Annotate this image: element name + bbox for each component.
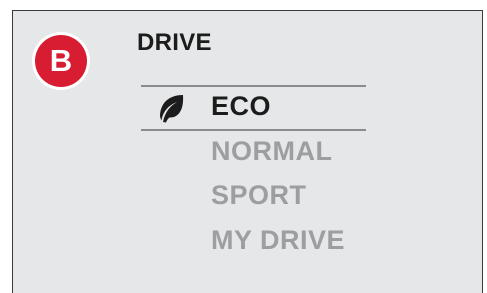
menu-item-normal[interactable]: NORMAL bbox=[211, 136, 332, 167]
menu-item-eco[interactable]: ECO bbox=[211, 91, 271, 122]
leaf-icon bbox=[160, 95, 184, 123]
drive-mode-screen: B DRIVE ECO NORMAL SPORT MY DRIVE bbox=[12, 10, 483, 293]
selection-divider-top bbox=[141, 85, 366, 87]
menu-item-sport[interactable]: SPORT bbox=[211, 180, 307, 211]
menu-item-my-drive[interactable]: MY DRIVE bbox=[211, 225, 345, 256]
callout-badge: B bbox=[32, 32, 90, 90]
selection-divider-bottom bbox=[141, 129, 366, 131]
callout-letter: B bbox=[35, 35, 87, 87]
screen-title: DRIVE bbox=[137, 29, 212, 56]
